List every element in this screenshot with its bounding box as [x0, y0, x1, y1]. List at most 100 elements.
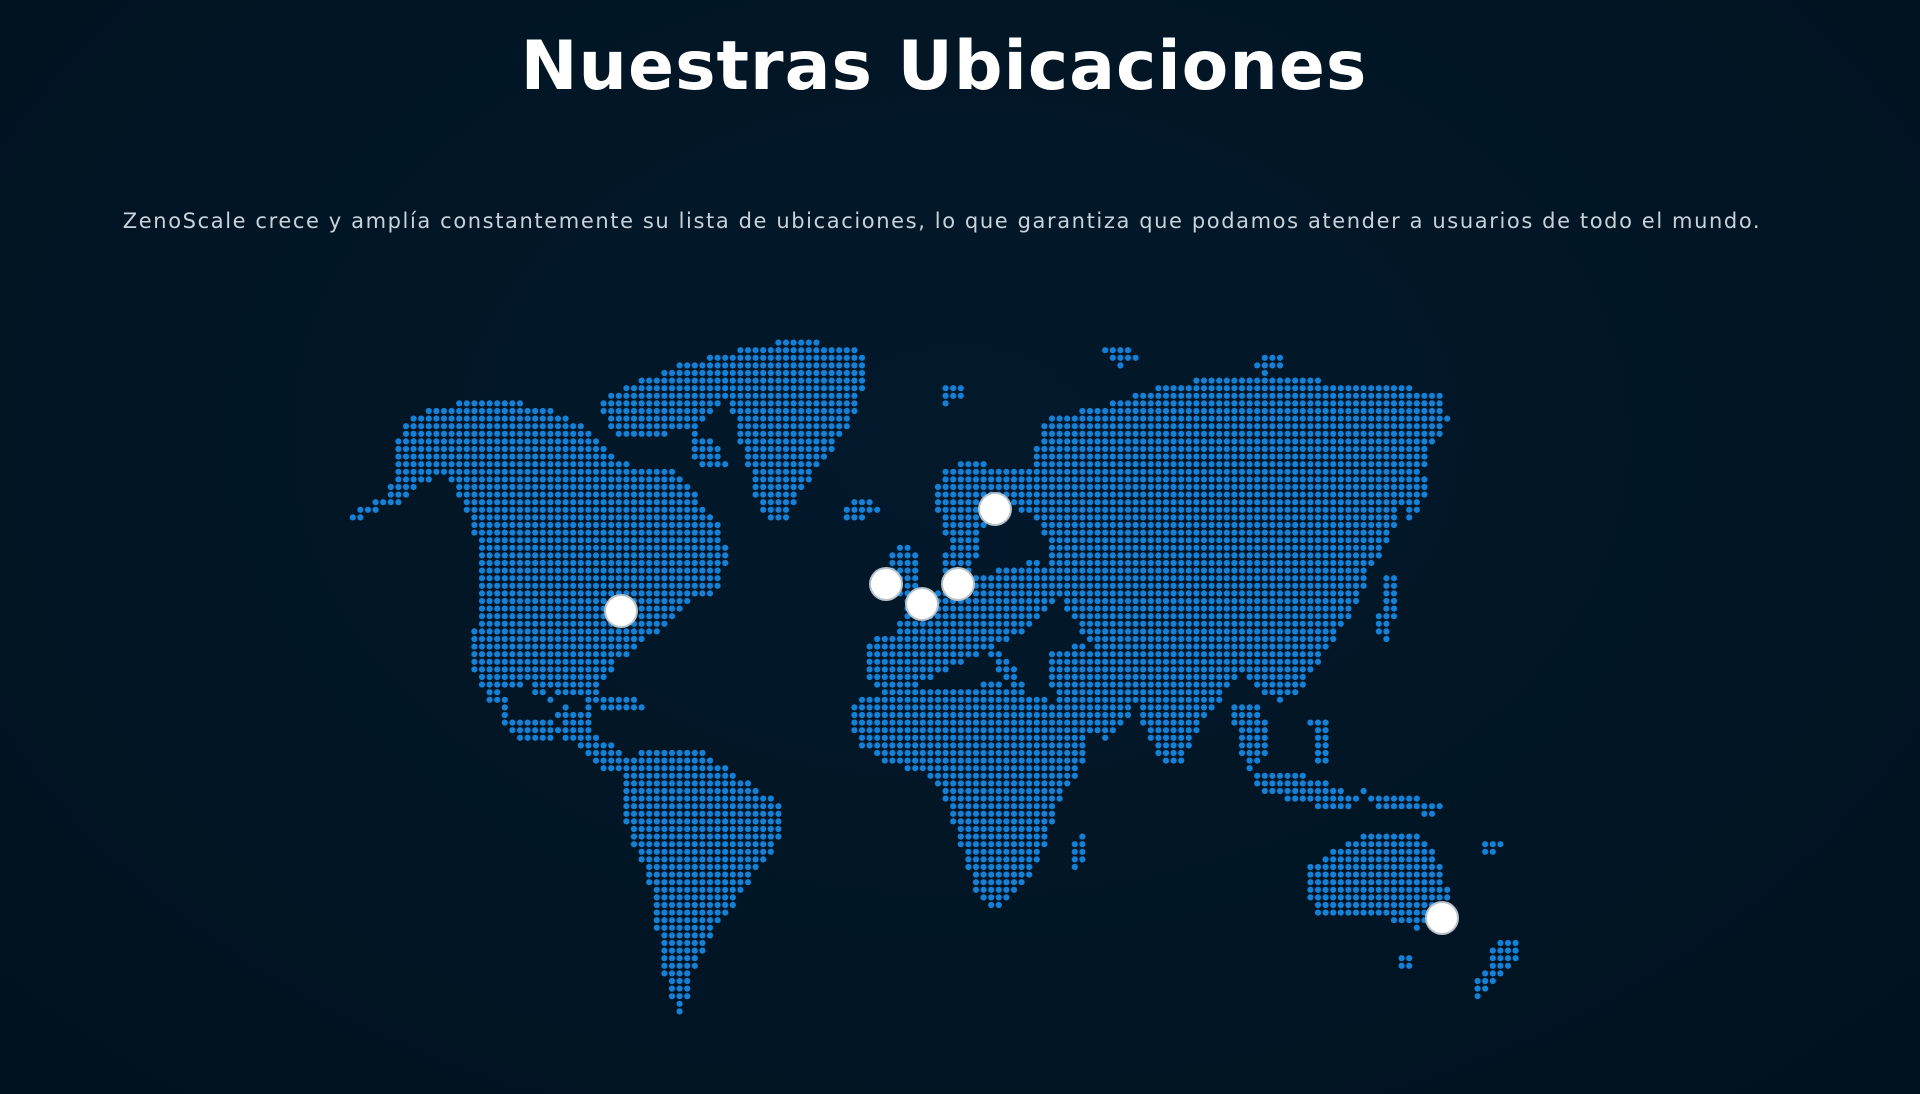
map-dot [1261, 749, 1268, 757]
map-dot [691, 415, 698, 422]
map-dot [1314, 742, 1322, 749]
map-dot [1064, 658, 1071, 665]
map-dot [1352, 438, 1360, 445]
map-dot [1162, 506, 1170, 513]
map-dot [1140, 643, 1147, 650]
map-dot [1276, 491, 1284, 498]
map-dot [1368, 453, 1375, 460]
map-dot [646, 521, 653, 529]
map-dot [1162, 537, 1170, 544]
map-dot [767, 369, 774, 377]
map-dot [904, 727, 911, 734]
map-dot [836, 377, 843, 384]
map-dot [1041, 453, 1048, 460]
map-dot [1307, 871, 1314, 878]
map-dot [501, 521, 508, 529]
map-dot [752, 369, 759, 377]
map-dot [676, 400, 683, 407]
map-dot [539, 719, 546, 726]
map-dot [653, 628, 660, 635]
map-dot [646, 833, 653, 840]
map-dot [630, 559, 638, 567]
map-dot [623, 468, 630, 475]
map-dot [782, 423, 790, 430]
map-dot [1048, 468, 1056, 475]
map-dot [1307, 658, 1314, 665]
map-dot [874, 635, 881, 643]
map-dot [638, 407, 645, 415]
map-dot [1216, 666, 1223, 673]
map-dot [1071, 704, 1078, 711]
map-dot [547, 559, 554, 567]
map-dot [1140, 575, 1147, 582]
map-dot [714, 803, 721, 810]
map-dot [1390, 476, 1398, 483]
map-dot [638, 506, 645, 513]
map-dot [1147, 704, 1154, 711]
map-dot [1284, 689, 1291, 696]
map-dot [494, 559, 501, 567]
map-dot [972, 529, 980, 536]
map-dot [691, 780, 698, 787]
map-dot [1238, 438, 1246, 445]
map-dot [395, 483, 402, 491]
map-dot [433, 468, 440, 475]
map-dot [1208, 377, 1215, 384]
map-dot [653, 377, 660, 384]
map-dot [889, 552, 896, 559]
map-dot [1155, 453, 1162, 460]
map-dot [934, 613, 942, 620]
map-dot [1231, 590, 1238, 597]
map-dot [1026, 871, 1033, 878]
map-dot [1444, 415, 1451, 422]
map-dot [1155, 742, 1162, 749]
map-dot [1140, 635, 1147, 643]
map-dot [1246, 506, 1253, 513]
map-dot [478, 628, 486, 635]
map-dot [1033, 810, 1040, 817]
map-dot [919, 765, 926, 772]
map-dot [767, 453, 774, 460]
map-dot [1345, 871, 1352, 878]
map-dot [668, 780, 676, 787]
map-dot [638, 544, 645, 551]
map-dot [1375, 453, 1382, 460]
map-dot [562, 689, 569, 696]
map-dot [950, 392, 957, 399]
map-dot [1337, 552, 1344, 559]
map-dot [714, 833, 721, 840]
map-dot [1162, 415, 1170, 422]
map-dot [950, 506, 957, 513]
map-dot [1390, 430, 1398, 437]
map-dot [1261, 521, 1268, 529]
map-dot [1322, 742, 1329, 749]
map-dot [638, 704, 645, 711]
map-dot [1147, 673, 1154, 681]
map-dot [889, 757, 896, 764]
map-dot [1428, 407, 1436, 415]
map-dot [1155, 749, 1162, 757]
map-dot [638, 787, 645, 795]
map-dot [1010, 825, 1018, 833]
map-dot [1322, 491, 1329, 498]
map-dot [1178, 711, 1185, 719]
map-dot [760, 841, 767, 848]
map-dot [1322, 803, 1329, 810]
map-dot [1026, 803, 1033, 810]
map-dot [1276, 559, 1284, 567]
map-dot [1368, 879, 1375, 886]
map-dot [1003, 749, 1010, 757]
map-dot [630, 537, 638, 544]
map-dot [410, 468, 417, 475]
map-dot [1010, 818, 1018, 825]
map-dot [1330, 453, 1337, 460]
map-dot [972, 696, 980, 703]
map-dot [957, 833, 964, 840]
map-dot [942, 742, 949, 749]
map-dot [1208, 605, 1215, 612]
map-dot [957, 461, 964, 468]
map-dot [988, 787, 995, 795]
map-dot [1292, 620, 1299, 627]
map-dot [676, 795, 683, 802]
map-dot [501, 613, 508, 620]
